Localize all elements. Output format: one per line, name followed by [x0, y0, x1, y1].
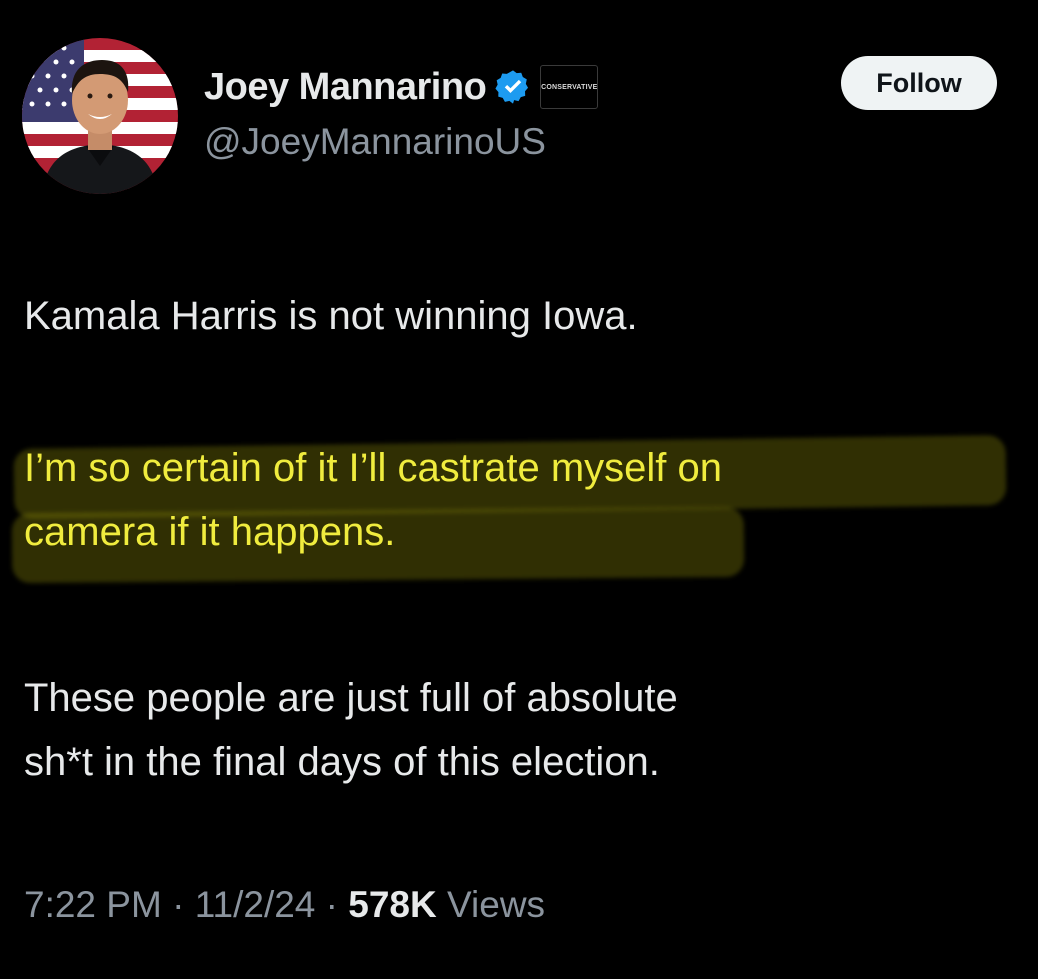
author-handle[interactable]: @JoeyMannarinoUS: [204, 121, 546, 163]
tweet-metadata: 7:22 PM · 11/2/24 · 578K Views: [24, 884, 545, 926]
tweet-text-paragraph-1: Kamala Harris is not winning Iowa.: [24, 294, 638, 338]
tweet-text-line: These people are just full of absolute: [24, 676, 678, 720]
meta-separator: ·: [172, 884, 185, 925]
follow-button[interactable]: Follow: [841, 56, 997, 110]
affiliate-badge[interactable]: CONSERVATIVE: [540, 65, 599, 109]
tweet-time[interactable]: 7:22 PM: [24, 884, 162, 925]
tweet-text-line: sh*t in the final days of this election.: [24, 740, 660, 784]
tweet-card: Joey Mannarino CONSERVATIVE @JoeyMannari…: [0, 0, 1038, 979]
tweet-text-paragraph-3: These people are just full of absolute s…: [24, 666, 678, 794]
tweet-text-line: camera if it happens.: [24, 510, 396, 554]
profile-photo: [22, 38, 178, 194]
author-name-row: Joey Mannarino CONSERVATIVE: [204, 60, 599, 114]
tweet-text-line: I’m so certain of it I’ll castrate mysel…: [24, 446, 723, 490]
display-name[interactable]: Joey Mannarino: [204, 66, 487, 109]
tweet-text-paragraph-2: I’m so certain of it I’ll castrate mysel…: [24, 436, 722, 564]
tweet-date[interactable]: 11/2/24: [195, 884, 316, 925]
verified-badge-icon[interactable]: [494, 68, 532, 106]
views-label: Views: [447, 884, 546, 925]
avatar[interactable]: [22, 38, 178, 194]
views-count[interactable]: 578K: [348, 884, 436, 925]
meta-separator: ·: [325, 884, 338, 925]
affiliate-badge-label: CONSERVATIVE: [541, 83, 598, 91]
